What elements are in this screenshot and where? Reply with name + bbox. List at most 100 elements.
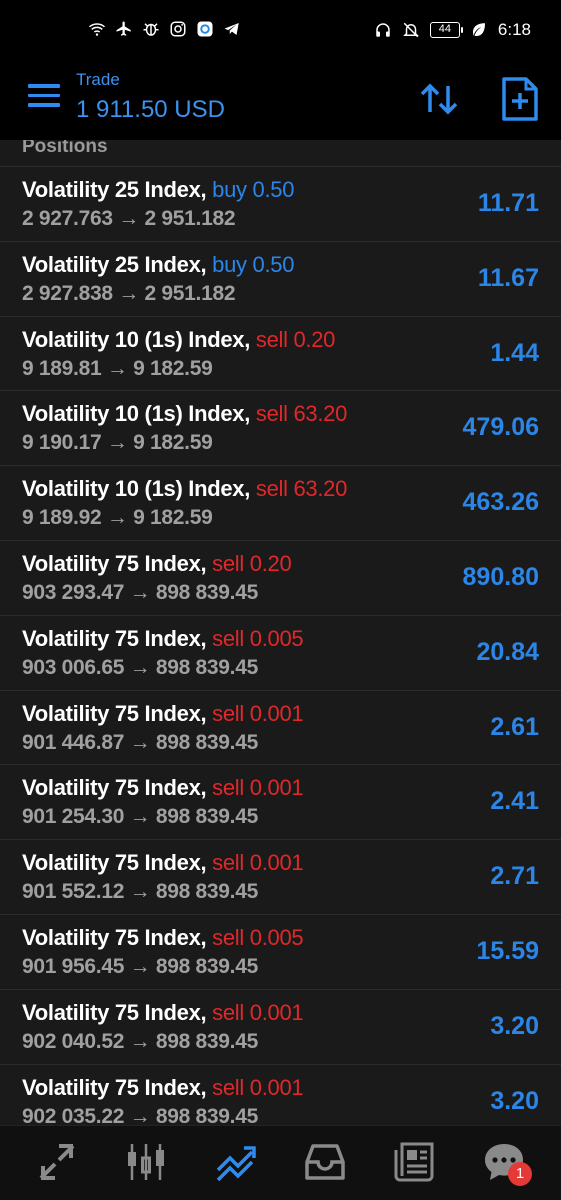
toolbar: Trade 1 911.50 USD: [0, 62, 561, 140]
position-symbol: Volatility 25 Index,: [22, 177, 207, 202]
position-row[interactable]: Volatility 75 Index, sell 0.001 902 035.2…: [0, 1064, 561, 1125]
bell-muted-icon: [403, 22, 419, 38]
position-profit: 15.59: [476, 936, 539, 965]
position-title: Volatility 75 Index, sell 0.001: [22, 999, 304, 1026]
position-row[interactable]: Volatility 75 Index, sell 0.005 903 006.6…: [0, 615, 561, 691]
telegram-icon: [224, 23, 239, 35]
position-title: Volatility 25 Index, buy 0.50: [22, 252, 294, 278]
position-title: Volatility 10 (1s) Index, sell 63.20: [22, 476, 347, 502]
sort-icon[interactable]: [418, 78, 460, 120]
account-balance: 1 911.50 USD: [76, 96, 225, 123]
position-profit: 2.61: [490, 712, 539, 741]
position-profit: 3.20: [490, 1011, 539, 1040]
position-symbol: Volatility 75 Index,: [22, 850, 207, 876]
messages-button[interactable]: 1: [482, 1140, 532, 1186]
position-prices: 901 254.30 → 898 839.45: [22, 805, 258, 829]
status-left-icons: [88, 20, 241, 38]
position-symbol: Volatility 75 Index,: [22, 999, 207, 1025]
position-title: Volatility 10 (1s) Index, sell 0.20: [22, 327, 335, 353]
position-side: buy 0.50: [212, 177, 295, 202]
position-row[interactable]: Volatility 75 Index, sell 0.005 901 956.4…: [0, 914, 561, 990]
position-prices: 901 956.45 → 898 839.45: [22, 954, 258, 978]
position-title: Volatility 75 Index, sell 0.005: [22, 924, 304, 951]
position-symbol: Volatility 10 (1s) Index,: [22, 476, 251, 502]
news-icon[interactable]: [392, 1140, 436, 1184]
position-row[interactable]: Volatility 25 Index, buy 0.50 2 927.763 →…: [0, 167, 561, 242]
position-row[interactable]: Volatility 25 Index, buy 0.50 2 927.838 →…: [0, 241, 561, 317]
position-symbol: Volatility 10 (1s) Index,: [22, 326, 251, 352]
position-side: sell 0.20: [212, 550, 292, 576]
position-prices: 901 552.12 → 898 839.45: [22, 880, 258, 904]
chart-icon[interactable]: [124, 1140, 168, 1184]
position-prices: 2 927.838 → 2 951.182: [22, 281, 236, 305]
headphones-icon: [376, 23, 390, 37]
position-prices: 903 006.65 → 898 839.45: [22, 655, 258, 679]
instagram-icon: [170, 21, 186, 37]
airplane-icon: [116, 21, 131, 36]
position-symbol: Volatility 10 (1s) Index,: [22, 401, 251, 427]
position-symbol: Volatility 25 Index,: [22, 251, 207, 277]
app-icon: [197, 21, 213, 37]
section-header-positions: Positions: [0, 140, 561, 167]
position-side: sell 0.001: [212, 700, 304, 726]
position-side: sell 63.20: [255, 476, 348, 502]
position-title: Volatility 75 Index, sell 0.005: [22, 625, 304, 652]
position-symbol: Volatility 75 Index,: [22, 625, 207, 651]
position-symbol: Volatility 75 Index,: [22, 775, 207, 801]
position-prices: 9 189.92 → 9 182.59: [22, 506, 213, 530]
position-profit: 3.20: [490, 1086, 539, 1115]
position-symbol: Volatility 75 Index,: [22, 700, 207, 726]
position-symbol: Volatility 75 Index,: [22, 550, 207, 576]
position-symbol: Volatility 75 Index,: [22, 1074, 207, 1100]
position-row[interactable]: Volatility 10 (1s) Index, sell 63.20 9 19…: [0, 391, 561, 467]
position-title: Volatility 75 Index, sell 0.001: [22, 1074, 304, 1101]
position-side: sell 0.20: [255, 326, 336, 352]
position-side: sell 0.001: [212, 1074, 304, 1100]
quotes-icon[interactable]: [35, 1140, 79, 1184]
position-prices: 902 040.52 → 898 839.45: [22, 1029, 258, 1053]
position-title: Volatility 25 Index, buy 0.50: [22, 177, 294, 203]
history-icon[interactable]: [303, 1140, 347, 1184]
menu-icon[interactable]: [28, 84, 60, 114]
status-right-icons: 44 6:18: [374, 20, 531, 40]
position-profit: 11.71: [477, 189, 539, 217]
position-profit: 2.71: [490, 862, 539, 891]
position-title: Volatility 75 Index, sell 0.001: [22, 775, 304, 801]
positions-rows: Volatility 25 Index, buy 0.50 2 927.763 →…: [0, 167, 561, 1125]
position-profit: 11.67: [477, 263, 539, 292]
page-title: Trade: [76, 70, 120, 89]
position-profit: 479.06: [462, 413, 539, 442]
position-side: sell 0.001: [212, 775, 304, 801]
position-row[interactable]: Volatility 75 Index, sell 0.001 902 040.5…: [0, 989, 561, 1065]
position-title: Volatility 75 Index, sell 0.001: [22, 850, 304, 876]
position-row[interactable]: Volatility 75 Index, sell 0.001 901 254.3…: [0, 765, 561, 841]
position-side: sell 63.20: [255, 401, 348, 427]
position-row[interactable]: Volatility 10 (1s) Index, sell 0.20 9 189…: [0, 316, 561, 392]
new-order-icon[interactable]: [500, 76, 540, 122]
position-row[interactable]: Volatility 10 (1s) Index, sell 63.20 9 18…: [0, 466, 561, 541]
position-prices: 901 446.87 → 898 839.45: [22, 730, 258, 754]
messages-badge: 1: [508, 1162, 532, 1186]
position-title: Volatility 75 Index, sell 0.001: [22, 700, 304, 727]
status-bar: 44 6:18: [0, 0, 561, 62]
position-row[interactable]: Volatility 75 Index, sell 0.001 901 446.8…: [0, 690, 561, 766]
trade-icon[interactable]: [214, 1140, 258, 1184]
position-prices: 9 189.81 → 9 182.59: [22, 356, 213, 380]
position-side: sell 0.005: [212, 625, 304, 651]
position-title: Volatility 10 (1s) Index, sell 63.20: [22, 401, 347, 427]
clock: 6:18: [497, 20, 531, 39]
position-profit: 1.44: [490, 338, 539, 367]
position-symbol: Volatility 75 Index,: [22, 924, 207, 950]
position-prices: 9 190.17 → 9 182.59: [22, 431, 213, 455]
position-profit: 20.84: [476, 637, 539, 666]
position-title: Volatility 75 Index, sell 0.20: [22, 550, 292, 577]
bottom-nav: 1: [0, 1125, 561, 1200]
bug-icon: [143, 23, 159, 36]
position-prices: 903 293.47 → 898 839.45: [22, 580, 258, 604]
position-row[interactable]: Volatility 75 Index, sell 0.20 903 293.47…: [0, 540, 561, 616]
position-prices: 2 927.763 → 2 951.182: [22, 207, 236, 230]
position-side: buy 0.50: [212, 251, 295, 277]
position-row[interactable]: Volatility 75 Index, sell 0.001 901 552.1…: [0, 840, 561, 915]
position-prices: 902 035.22 → 898 839.45: [22, 1104, 258, 1125]
wifi-icon: [88, 23, 106, 36]
